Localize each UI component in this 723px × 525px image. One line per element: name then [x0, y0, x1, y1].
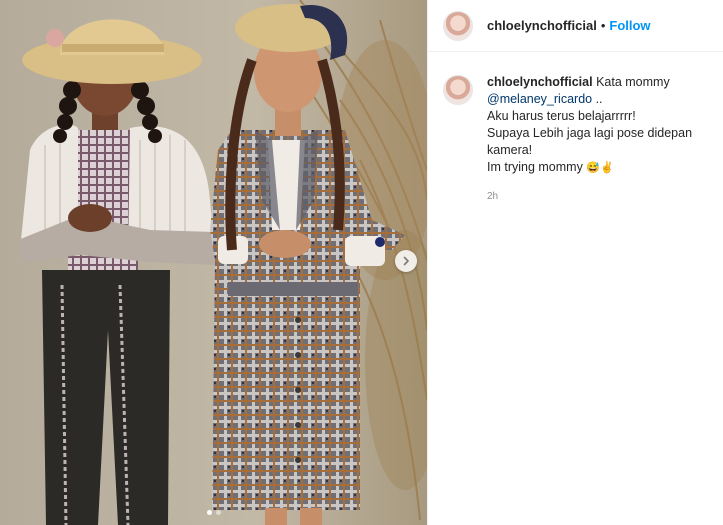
carousel-indicator — [0, 510, 427, 515]
header-username[interactable]: chloelynchofficial — [487, 18, 597, 33]
caption-first-line: chloelynchofficial Kata mommy — [487, 74, 707, 91]
caption-line: Aku harus terus belajarrrrr! — [487, 109, 636, 123]
post-media — [0, 0, 427, 525]
instagram-post: chloelynchofficial • Follow chloelynchof… — [0, 0, 723, 525]
caption-comment: chloelynchofficial Kata mommy @melaney_r… — [428, 52, 723, 205]
carousel-dot — [215, 510, 221, 515]
caption-avatar[interactable] — [443, 75, 473, 105]
post-photo — [0, 0, 427, 525]
caption-line: Im trying mommy — [487, 160, 587, 174]
caption-line: Supaya Lebih jaga lagi pose didepan kame… — [487, 126, 693, 157]
follow-button[interactable]: Follow — [609, 18, 650, 33]
chevron-right-icon — [403, 256, 409, 266]
caption-intro-text: Kata mommy — [592, 75, 670, 89]
post-header: chloelynchofficial • Follow — [428, 0, 723, 52]
post-side-panel: chloelynchofficial • Follow chloelynchof… — [427, 0, 723, 525]
caption-mention-link[interactable]: @melaney_ricardo — [487, 92, 592, 106]
carousel-dot-active — [206, 510, 212, 515]
caption-emojis: 😅✌ — [586, 162, 614, 174]
carousel-next-button[interactable] — [395, 250, 417, 272]
caption-mention-line: @melaney_ricardo .. — [487, 91, 707, 108]
caption-body: chloelynchofficial Kata mommy @melaney_r… — [487, 74, 707, 205]
avatar[interactable] — [443, 10, 473, 41]
caption-after-mention: .. — [592, 92, 603, 106]
separator-dot: • — [600, 18, 606, 33]
caption-username[interactable]: chloelynchofficial — [487, 75, 593, 89]
post-timestamp[interactable]: 2h — [487, 188, 707, 205]
caption-line-last: Im trying mommy 😅✌ — [487, 159, 707, 177]
